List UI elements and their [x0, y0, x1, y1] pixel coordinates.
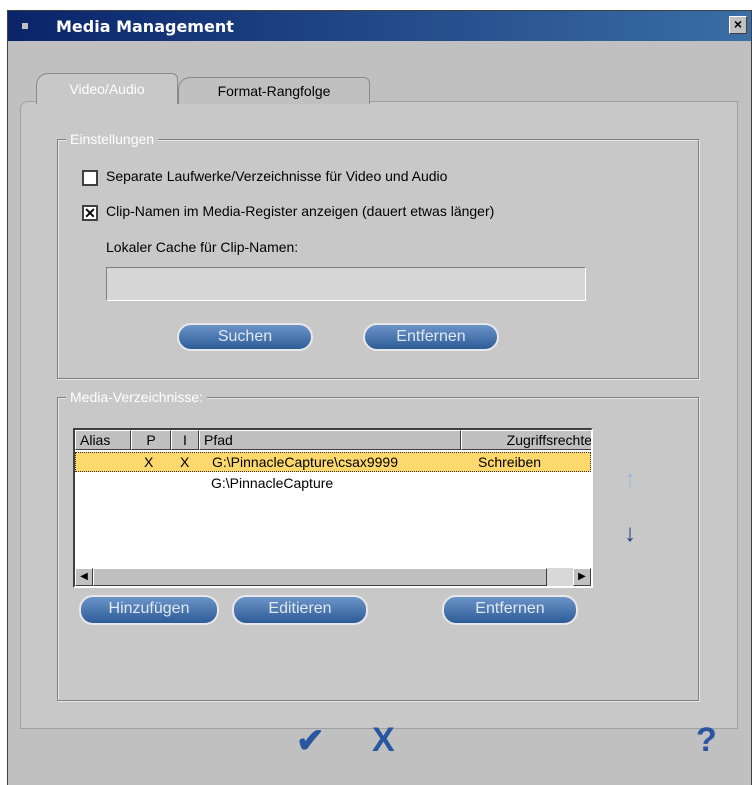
tab-panel-video-audio: Einstellungen Separate Laufwerke/Verzeic… — [20, 101, 738, 729]
separate-drives-label[interactable]: Separate Laufwerke/Verzeichnisse für Vid… — [106, 168, 447, 184]
remove-directory-button[interactable]: Entfernen — [442, 595, 578, 625]
separate-drives-checkbox[interactable] — [82, 170, 98, 186]
settings-group: Einstellungen Separate Laufwerke/Verzeic… — [57, 131, 699, 379]
scroll-right-icon[interactable]: ▶ — [573, 568, 591, 586]
column-i[interactable]: I — [171, 430, 199, 450]
add-directory-button[interactable]: Hinzufügen — [79, 595, 219, 625]
move-down-arrow-icon[interactable]: ↓ — [624, 520, 636, 548]
dialog-client-area: Einstellungen Separate Laufwerke/Verzeic… — [8, 41, 751, 785]
column-alias[interactable]: Alias — [75, 430, 131, 450]
remove-cache-button[interactable]: Entfernen — [363, 323, 499, 351]
tab-format-rangfolge[interactable]: Format-Rangfolge — [178, 77, 370, 104]
media-directories-group: Media-Verzeichnisse: Alias P I Pfad Zugr… — [57, 389, 699, 701]
ok-checkmark-icon[interactable]: ✔ — [296, 721, 325, 761]
row-access: Schreiben — [478, 454, 542, 470]
window-title: Media Management — [56, 17, 234, 36]
close-button[interactable]: × — [729, 16, 747, 34]
scroll-left-icon[interactable]: ◀ — [75, 568, 93, 586]
media-directories-legend: Media-Verzeichnisse: — [66, 389, 208, 405]
column-path[interactable]: Pfad — [199, 430, 461, 450]
list-header: Alias P I Pfad Zugriffsrechte — [75, 430, 591, 450]
row-path: G:\PinnacleCapture — [211, 475, 334, 491]
row-path: G:\PinnacleCapture\csax9999 — [212, 454, 398, 470]
column-p[interactable]: P — [131, 430, 171, 450]
table-row[interactable]: X X G:\PinnacleCapture\csax9999 Schreibe… — [75, 452, 591, 472]
move-up-arrow-icon[interactable]: ↑ — [624, 466, 636, 494]
edit-directory-button[interactable]: Editieren — [232, 595, 368, 625]
tab-video-audio[interactable]: Video/Audio — [36, 73, 178, 104]
window-menu-icon[interactable] — [22, 23, 28, 29]
table-row[interactable]: G:\PinnacleCapture — [75, 474, 591, 494]
media-management-dialog: Media Management × Einstellungen Separat… — [7, 10, 752, 785]
column-access[interactable]: Zugriffsrechte — [461, 430, 591, 450]
media-directories-list[interactable]: Alias P I Pfad Zugriffsrechte X X G:\Pin… — [73, 428, 593, 588]
search-button[interactable]: Suchen — [177, 323, 313, 351]
cache-path-field[interactable] — [106, 267, 586, 301]
row-i: X — [180, 454, 190, 470]
clip-names-label[interactable]: Clip-Namen im Media-Register anzeigen (d… — [106, 203, 494, 219]
row-p: X — [144, 454, 154, 470]
title-bar[interactable]: Media Management × — [8, 11, 751, 41]
settings-legend: Einstellungen — [66, 131, 159, 147]
clip-names-checkbox[interactable]: ✕ — [82, 205, 98, 221]
cancel-x-icon[interactable]: X — [372, 721, 395, 760]
scroll-thumb[interactable] — [93, 568, 547, 586]
help-question-icon[interactable]: ? — [696, 721, 717, 760]
cache-label: Lokaler Cache für Clip-Namen: — [106, 239, 299, 255]
horizontal-scrollbar[interactable]: ◀ ▶ — [75, 568, 591, 586]
